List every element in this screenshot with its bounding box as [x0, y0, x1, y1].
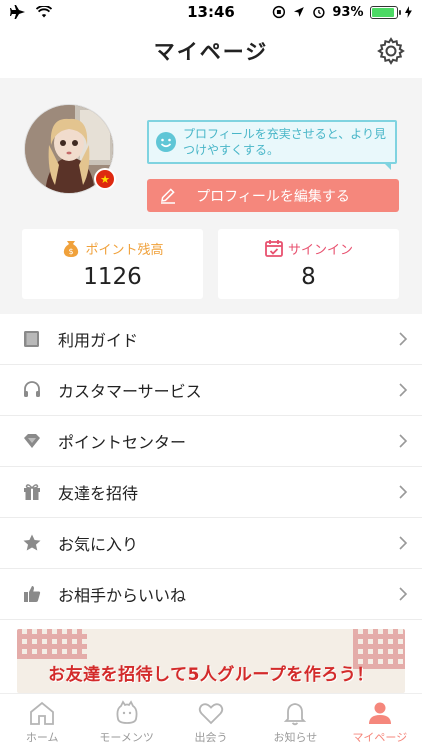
chevron-right-icon: [399, 536, 408, 550]
tab-label: 出会う: [194, 731, 228, 744]
battery-icon: [370, 5, 401, 19]
battery-level: [372, 7, 395, 17]
menu-item-customer-service[interactable]: カスタマーサービス: [0, 365, 422, 416]
avatar-wrap[interactable]: ★: [24, 104, 116, 196]
chevron-right-icon: [399, 332, 408, 346]
airplane-icon: [10, 5, 25, 19]
tab-label: モーメンツ: [99, 731, 154, 744]
banner-text: お友達を招待して5人グループを作ろう！: [48, 665, 374, 685]
tab-notifications[interactable]: お知らせ: [253, 694, 337, 750]
menu-item-guide[interactable]: 利用ガイド: [0, 314, 422, 365]
menu-item-likes-received[interactable]: お相手からいいね: [0, 569, 422, 620]
edit-profile-label: プロフィールを編集する: [196, 188, 350, 205]
alarm-icon: [312, 6, 325, 19]
home-icon: [30, 701, 55, 725]
menu-item-point-center[interactable]: ポイントセンター: [0, 416, 422, 467]
invite-banner[interactable]: お友達を招待して5人グループを作ろう！: [17, 629, 405, 693]
chevron-right-icon: [399, 434, 408, 448]
tab-mypage[interactable]: マイページ: [338, 694, 422, 750]
chevron-right-icon: [399, 587, 408, 601]
gift-icon: [24, 484, 40, 500]
tab-bar: ホーム モーメンツ 出会う お知らせ マイページ: [0, 693, 422, 750]
points-value: 1126: [83, 264, 142, 290]
signin-card[interactable]: サインイン 8: [218, 229, 399, 299]
money-bag-icon: $: [64, 241, 79, 257]
menu-list: 利用ガイド カスタマーサービス ポイントセンター 友達を招待 お気に入り お相手…: [0, 314, 422, 620]
smile-icon: [156, 132, 176, 152]
signin-value: 8: [301, 264, 316, 290]
heart-icon: [198, 703, 224, 725]
pencil-icon: [161, 188, 175, 204]
page-title: マイページ: [153, 40, 269, 64]
signin-label: サインイン: [287, 242, 353, 258]
menu-label: 友達を招待: [58, 484, 139, 503]
tab-encounter[interactable]: 出会う: [169, 694, 253, 750]
menu-label: お相手からいいね: [58, 586, 187, 605]
points-label: ポイント残高: [85, 242, 164, 258]
profile-tip-bubble: プロフィールを充実させると、より見つけやすくする。: [147, 120, 397, 170]
settings-button[interactable]: [376, 36, 406, 66]
menu-label: 利用ガイド: [58, 331, 139, 350]
points-card[interactable]: $ ポイント残高 1126: [22, 229, 203, 299]
status-time: 13:46: [187, 3, 235, 21]
status-bar: 13:46 93%: [0, 0, 422, 24]
tab-label: お知らせ: [273, 731, 318, 744]
wifi-icon: [36, 6, 52, 18]
location-icon: [293, 7, 304, 17]
chevron-right-icon: [399, 383, 408, 397]
moments-icon: [116, 700, 138, 724]
china-flag-icon: ★: [94, 168, 116, 190]
tab-label: マイページ: [352, 731, 408, 744]
calendar-check-icon: [265, 240, 283, 257]
charging-icon: [405, 6, 412, 18]
menu-label: お気に入り: [58, 535, 139, 554]
orientation-lock-icon: [272, 5, 286, 19]
menu-item-invite-friends[interactable]: 友達を招待: [0, 467, 422, 518]
diamond-icon: [24, 434, 40, 448]
gear-icon: [377, 37, 405, 65]
banner-pattern-left: [17, 629, 87, 659]
chevron-right-icon: [399, 485, 408, 499]
thumbs-up-icon: [24, 586, 41, 602]
battery-percent: 93%: [332, 4, 364, 20]
person-icon: [368, 702, 391, 724]
svg-text:$: $: [69, 247, 74, 256]
headset-icon: [24, 381, 40, 397]
book-icon: [24, 331, 39, 347]
bell-icon: [284, 703, 307, 726]
tab-label: ホーム: [25, 731, 59, 744]
tab-moments[interactable]: モーメンツ: [84, 694, 168, 750]
header: マイページ: [0, 24, 422, 78]
edit-profile-button[interactable]: プロフィールを編集する: [147, 179, 399, 212]
menu-item-favorites[interactable]: お気に入り: [0, 518, 422, 569]
profile-tip-text: プロフィールを充実させると、より見つけやすくする。: [183, 127, 387, 157]
tab-home[interactable]: ホーム: [0, 694, 84, 750]
profile-section: ★ プロフィールを充実させると、より見つけやすくする。 プロフィールを編集する …: [0, 78, 422, 314]
star-icon: [23, 534, 41, 551]
menu-label: カスタマーサービス: [58, 382, 202, 401]
menu-label: ポイントセンター: [58, 433, 187, 452]
